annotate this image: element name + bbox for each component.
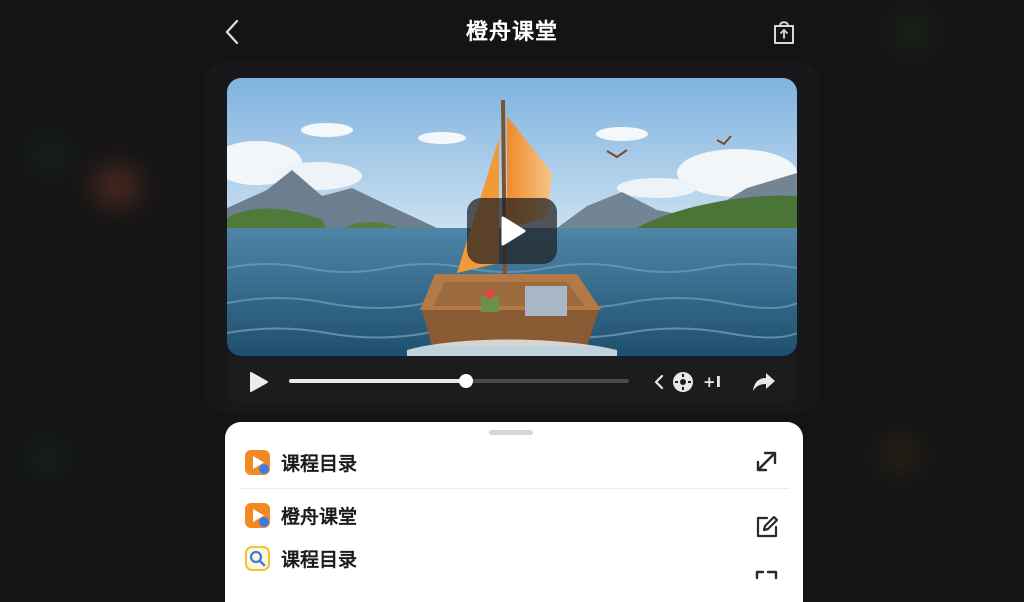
- play-pause-button[interactable]: [246, 370, 270, 394]
- playback-speed-button[interactable]: [672, 371, 694, 393]
- big-play-button[interactable]: [467, 198, 557, 264]
- expand-arrow-icon: [756, 451, 777, 472]
- sheet-list-item[interactable]: 橙舟课堂: [245, 502, 357, 529]
- previous-button[interactable]: [651, 372, 667, 392]
- progress-thumb[interactable]: [458, 374, 473, 388]
- more-icon: [755, 570, 778, 580]
- share-bag-icon: [774, 21, 794, 44]
- background-glow: [25, 440, 69, 476]
- speed-dial-icon: [673, 372, 693, 392]
- background-glow: [875, 435, 925, 475]
- play-icon: [250, 372, 268, 392]
- catalog-search-icon: [245, 546, 270, 571]
- share-button[interactable]: [770, 16, 798, 48]
- more-button[interactable]: [754, 568, 780, 594]
- background-glow: [30, 135, 70, 175]
- play-icon: [501, 216, 526, 246]
- chevron-left-icon: [654, 374, 664, 390]
- progress-fill: [289, 379, 466, 383]
- course-bottom-sheet: 课程目录 橙舟课堂 课程目录: [225, 422, 803, 602]
- page-title: 橙舟课堂: [465, 20, 558, 45]
- list-item-label: 课程目录: [281, 549, 358, 571]
- forward-share-button[interactable]: [751, 370, 777, 394]
- expand-button[interactable]: [754, 448, 780, 474]
- course-catalog-header[interactable]: 课程目录: [245, 449, 357, 476]
- background-glow: [92, 165, 142, 207]
- edit-button[interactable]: [754, 514, 780, 540]
- list-item-label: 橙舟课堂: [281, 506, 358, 528]
- edit-icon: [756, 515, 779, 538]
- progress-slider[interactable]: [289, 374, 629, 388]
- sheet-divider: [239, 488, 789, 489]
- sheet-list-item[interactable]: 课程目录: [245, 545, 357, 572]
- top-bar: 橙舟课堂: [0, 0, 1024, 64]
- orange-play-app-icon: [245, 503, 270, 528]
- course-catalog-label: 课程目录: [281, 453, 358, 475]
- skip-forward-button[interactable]: +I: [703, 370, 729, 394]
- sheet-drag-handle[interactable]: [489, 430, 533, 435]
- share-arrow-icon: [753, 373, 775, 391]
- orange-play-app-icon: [245, 450, 270, 475]
